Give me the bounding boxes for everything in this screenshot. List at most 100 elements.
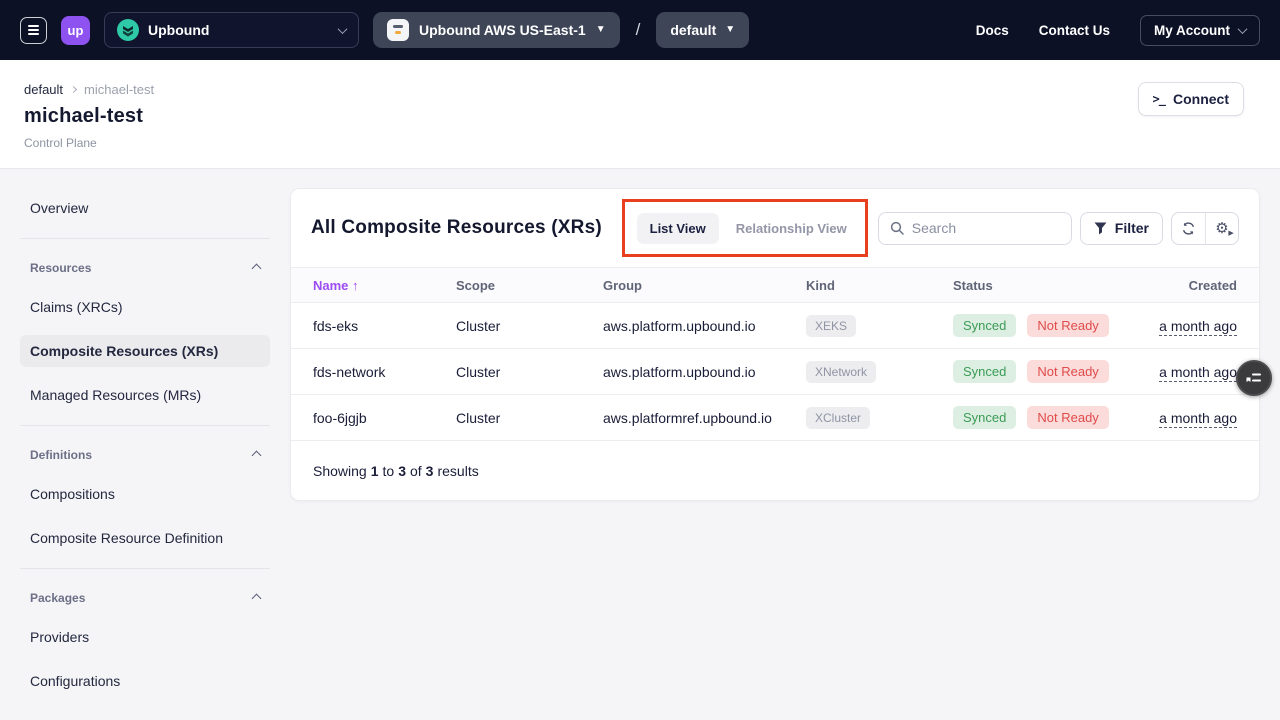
cell-scope: Cluster [456,410,603,426]
column-header-group[interactable]: Group [603,278,806,293]
chevron-up-icon [252,450,262,460]
divider [20,568,270,569]
sidebar-item-managed-resources-mrs[interactable]: Managed Resources (MRs) [20,379,270,411]
auto-refresh-settings-button[interactable]: ⚙▶ [1205,213,1238,244]
cell-group: aws.platform.upbound.io [603,318,806,334]
chevron-down-icon [1238,24,1248,34]
column-header-status[interactable]: Status [953,278,1139,293]
refresh-button[interactable] [1172,213,1205,244]
search-icon [890,221,904,235]
dropdown-triangle-icon: ▼ [596,25,606,35]
results-from: 1 [371,463,379,479]
table-row[interactable]: fds-eks Cluster aws.platform.upbound.io … [291,303,1259,349]
org-selector-dropdown[interactable]: Upbound [104,12,359,48]
search-input[interactable] [912,220,1042,236]
cell-name: fds-network [313,364,456,380]
cell-scope: Cluster [456,364,603,380]
connect-button[interactable]: >_ Connect [1138,82,1244,116]
created-timestamp[interactable]: a month ago [1159,318,1237,336]
created-timestamp[interactable]: a month ago [1159,410,1237,428]
page-header: default michael-test michael-test Contro… [0,60,1280,169]
chevron-up-icon [252,263,262,273]
group-selector-dropdown[interactable]: default ▼ [656,12,749,48]
docs-link[interactable]: Docs [976,23,1009,38]
relationship-view-tab[interactable]: Relationship View [723,213,860,244]
breadcrumb-current: michael-test [84,82,154,97]
kind-badge: XEKS [806,315,856,337]
column-header-kind[interactable]: Kind [806,278,953,293]
hamburger-menu-button[interactable] [20,17,47,44]
status-badge-not-ready: Not Ready [1027,360,1108,383]
sidebar-section-label: Definitions [30,448,92,462]
page-subtitle: Control Plane [24,136,1256,150]
status-badge-not-ready: Not Ready [1027,314,1108,337]
sort-ascending-icon: ↑ [352,278,359,293]
card-header: All Composite Resources (XRs) List View … [291,189,1259,267]
hamburger-icon [28,25,39,27]
breadcrumb-parent-link[interactable]: default [24,82,63,97]
org-logo-icon [117,19,139,41]
sidebar-item-claims-xrcs[interactable]: Claims (XRCs) [20,291,270,323]
control-plane-selector-dropdown[interactable]: Upbound AWS US-East-1 ▼ [373,12,620,48]
composite-resources-card: All Composite Resources (XRs) List View … [290,188,1260,501]
cell-name: foo-6jgjb [313,410,456,426]
cell-scope: Cluster [456,318,603,334]
status-badge-synced: Synced [953,360,1016,383]
cell-group: aws.platform.upbound.io [603,364,806,380]
filter-button[interactable]: Filter [1080,212,1163,245]
floating-widget-icon [1244,368,1264,388]
status-badge-not-ready: Not Ready [1027,406,1108,429]
sidebar-item-compositions[interactable]: Compositions [20,478,270,510]
sidebar-item-composite-resources-xrs[interactable]: Composite Resources (XRs) [20,335,270,367]
results-summary: Showing 1 to 3 of 3 results [291,441,1259,500]
my-account-label: My Account [1154,23,1230,38]
view-toggle: List View Relationship View [631,213,866,244]
status-badge-synced: Synced [953,314,1016,337]
sidebar: Overview Resources Claims (XRCs) Composi… [20,169,270,720]
dropdown-triangle-icon: ▼ [725,25,735,35]
sidebar-item-configurations[interactable]: Configurations [20,665,270,697]
kind-badge: XCluster [806,407,870,429]
divider [20,238,270,239]
sidebar-item-composite-resource-definition[interactable]: Composite Resource Definition [20,522,270,554]
sidebar-section-packages[interactable]: Packages [20,585,270,611]
status-badge-synced: Synced [953,406,1016,429]
sidebar-section-label: Packages [30,591,85,605]
filter-button-label: Filter [1115,220,1149,236]
org-selector-label: Upbound [148,22,209,38]
breadcrumb: default michael-test [24,82,1256,97]
results-to: 3 [398,463,406,479]
column-header-name[interactable]: Name ↑ [313,278,456,293]
search-box [878,212,1072,245]
topbar: up Upbound Upbound AWS US-East-1 ▼ / def… [0,0,1280,60]
list-view-tab[interactable]: List View [637,213,719,244]
column-header-created[interactable]: Created [1139,278,1237,293]
results-total: 3 [426,463,434,479]
table-row[interactable]: fds-network Cluster aws.platform.upbound… [291,349,1259,395]
refresh-icon [1181,221,1196,236]
contact-us-link[interactable]: Contact Us [1039,23,1110,38]
my-account-dropdown[interactable]: My Account [1140,15,1260,46]
upbound-logo[interactable]: up [61,16,90,45]
floating-widget-button[interactable] [1236,360,1272,396]
gear-icon: ⚙▶ [1215,221,1228,236]
control-plane-selector-label: Upbound AWS US-East-1 [419,22,586,38]
path-separator: / [636,20,641,40]
divider [20,425,270,426]
sidebar-section-resources[interactable]: Resources [20,255,270,281]
kind-badge: XNetwork [806,361,876,383]
terminal-icon: >_ [1153,92,1165,106]
table-row[interactable]: foo-6jgjb Cluster aws.platformref.upboun… [291,395,1259,441]
sidebar-item-providers[interactable]: Providers [20,621,270,653]
sidebar-item-overview[interactable]: Overview [20,192,270,224]
column-header-scope[interactable]: Scope [456,278,603,293]
chevron-right-icon [70,86,77,93]
sidebar-item-functions[interactable]: Functions [20,709,270,720]
card-title: All Composite Resources (XRs) [311,217,602,239]
connect-button-label: Connect [1173,91,1229,107]
table-header-row: Name ↑ Scope Group Kind Status Created [291,267,1259,303]
sidebar-section-label: Resources [30,261,91,275]
sidebar-section-definitions[interactable]: Definitions [20,442,270,468]
created-timestamp[interactable]: a month ago [1159,364,1237,382]
play-icon: ▶ [1228,230,1233,237]
